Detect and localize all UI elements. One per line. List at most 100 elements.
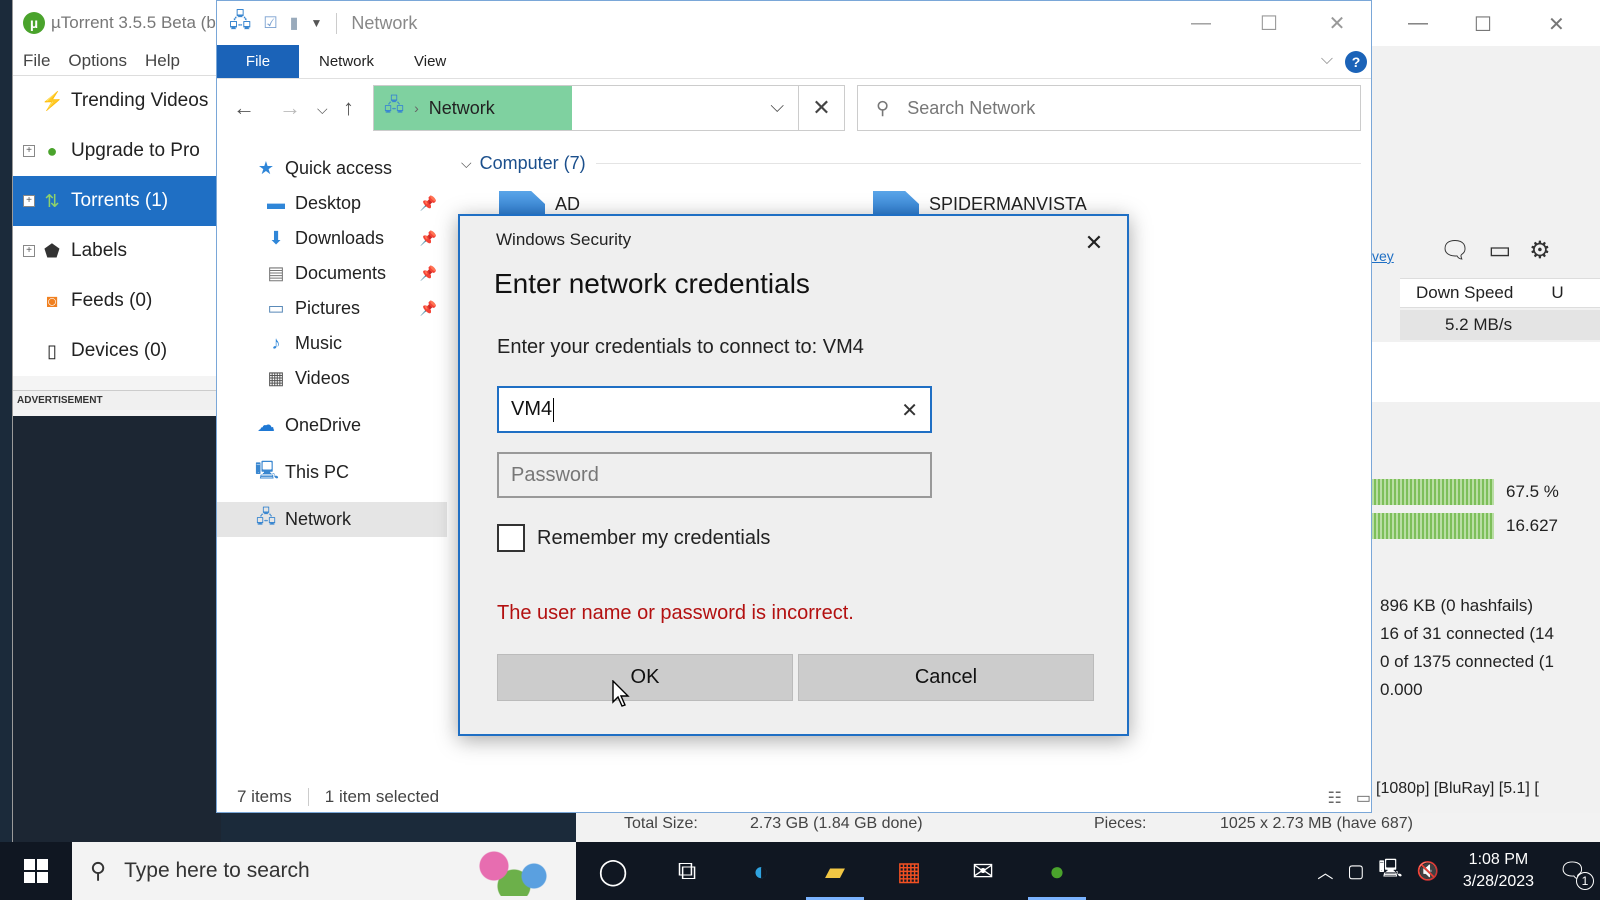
expand-icon[interactable]: + (23, 245, 35, 257)
nav-item-this-pc[interactable]: 🖳 This PC (217, 455, 447, 490)
ok-button[interactable]: OK (497, 654, 793, 701)
down-speed-value: 5.2 MB/s (1445, 315, 1513, 334)
sidebar-item-trending-videos[interactable]: ⚡ Trending Videos (13, 76, 220, 126)
tab-view[interactable]: View (394, 45, 466, 78)
clock-date: 3/28/2023 (1462, 873, 1535, 890)
expand-ribbon-icon[interactable]: ⌵ (1321, 51, 1333, 69)
address-bar[interactable]: 🖧 › Network ⌵ (373, 85, 799, 131)
utorrent-icon[interactable]: ● (1020, 842, 1094, 900)
sidebar-item-labels[interactable]: + ⬟ Labels (13, 226, 220, 276)
sidebar-item-upgrade-to-pro[interactable]: + ● Upgrade to Pro (13, 126, 220, 176)
details-view-icon[interactable]: ☷ (1328, 788, 1342, 808)
expand-icon[interactable]: + (23, 145, 35, 157)
pictures-icon: ▭ (267, 298, 285, 318)
nav-item-desktop[interactable]: ▬ Desktop 📌 (217, 186, 447, 221)
survey-link[interactable]: vey (1372, 248, 1394, 264)
utorrent-logo-icon: µ (23, 12, 45, 34)
large-icons-view-icon[interactable]: ▭ (1356, 788, 1371, 808)
up-icon[interactable]: ↑ (343, 95, 354, 121)
close-icon[interactable]: ✕ (1548, 12, 1565, 37)
nav-item-documents[interactable]: ▤ Documents 📌 (217, 256, 447, 291)
windows-logo-icon (24, 859, 48, 883)
nav-item-music[interactable]: ♪ Music (217, 326, 447, 361)
utorrent-menu-file[interactable]: File (23, 51, 50, 71)
tab-network[interactable]: Network (299, 45, 394, 78)
edge-icon[interactable]: ◐ (724, 842, 798, 900)
properties-icon[interactable]: ☑ (263, 13, 277, 33)
monitor-icon[interactable]: ▭ (1488, 236, 1511, 265)
username-field[interactable]: VM4 ✕ (497, 386, 932, 433)
show-hidden-icons-icon[interactable]: ︿ (1317, 859, 1333, 883)
task-view-icon[interactable]: ⧉ (650, 842, 724, 900)
maximize-button[interactable]: ☐ (1235, 1, 1303, 45)
help-icon[interactable]: ? (1345, 51, 1367, 73)
desktop-icon: ▬ (267, 193, 285, 213)
file-explorer-icon[interactable]: ▰ (798, 842, 872, 900)
nav-item-quick-access[interactable]: ★ Quick access (217, 151, 447, 186)
tab-file[interactable]: File (217, 45, 299, 78)
notification-count: 1 (1576, 872, 1594, 890)
remember-label: Remember my credentials (537, 526, 771, 549)
cortana-icon[interactable]: ◯ (576, 842, 650, 900)
remember-checkbox[interactable] (497, 524, 525, 552)
remember-credentials[interactable]: Remember my credentials (497, 524, 770, 552)
forward-icon[interactable]: → (279, 95, 301, 121)
start-button[interactable] (0, 842, 72, 900)
taskbar-search-box[interactable]: ⚲ Type here to search (72, 842, 576, 900)
minimize-icon[interactable]: — (1408, 12, 1428, 35)
availability-bar: 16.627 (1370, 512, 1600, 540)
nav-item-label: Quick access (285, 158, 393, 178)
system-tray: ︿ ▢ 🖳 🔇 1:08 PM 3/28/2023 🗨 1 (1317, 842, 1600, 900)
back-icon[interactable]: ← (233, 95, 255, 121)
music-note-icon: ♪ (271, 333, 281, 353)
advertisement-area[interactable] (13, 416, 221, 842)
utorrent-menu-help[interactable]: Help (145, 51, 180, 71)
breadcrumb-network[interactable]: Network (429, 98, 495, 119)
nav-item-onedrive[interactable]: ☁ OneDrive (217, 408, 447, 443)
minimize-button[interactable]: — (1167, 1, 1235, 45)
sidebar-item-feeds[interactable]: ◙ Feeds (0) (13, 276, 220, 326)
chevron-down-icon[interactable]: ⌵ (461, 155, 472, 172)
sidebar-item-label: Devices (0) (71, 340, 168, 361)
chat-icon[interactable]: 🗨 (1440, 236, 1470, 265)
nav-item-pictures[interactable]: ▭ Pictures 📌 (217, 291, 447, 326)
password-placeholder: Password (511, 463, 599, 486)
mail-icon[interactable]: ✉ (946, 842, 1020, 900)
nav-item-network[interactable]: 🖧 Network (217, 502, 447, 537)
store-icon[interactable]: ▦ (872, 842, 946, 900)
nav-item-downloads[interactable]: ⬇ Downloads 📌 (217, 221, 447, 256)
sidebar-item-devices[interactable]: ▯ Devices (0) (13, 326, 220, 376)
torrent-row[interactable]: 5.2 MB/s (1400, 310, 1600, 340)
chevron-down-icon[interactable]: ⌵ (770, 96, 784, 117)
chevron-right-icon[interactable]: › (414, 100, 419, 116)
close-icon[interactable]: ✕ (1079, 228, 1109, 258)
clear-text-icon[interactable]: ✕ (901, 398, 918, 423)
column-header-up[interactable]: U (1535, 283, 1563, 303)
nav-item-videos[interactable]: ▦ Videos (217, 361, 447, 396)
customize-toolbar-icon[interactable]: ▼ (310, 16, 322, 30)
new-folder-icon[interactable]: ▮ (290, 13, 299, 33)
password-field[interactable]: Password (497, 452, 932, 498)
meet-now-icon[interactable]: ▢ (1347, 861, 1364, 882)
close-button[interactable]: ✕ (1303, 1, 1371, 45)
column-header-down-speed[interactable]: Down Speed (1400, 283, 1513, 303)
username-value: VM4 (511, 398, 553, 420)
pin-icon: 📌 (419, 265, 437, 281)
maximize-icon[interactable]: ☐ (1474, 12, 1492, 37)
group-header-computer[interactable]: ⌵ Computer (7) (449, 147, 1371, 179)
advertisement-label: ADVERTISEMENT (13, 390, 220, 410)
sidebar-item-torrents[interactable]: + ⇅ Torrents (1) (13, 176, 220, 226)
search-box[interactable]: ⚲ Search Network (857, 85, 1361, 131)
utorrent-menu-options[interactable]: Options (68, 51, 127, 71)
error-message: The user name or password is incorrect. (497, 602, 854, 624)
notifications-icon[interactable]: 🗨 1 (1558, 858, 1594, 890)
clock[interactable]: 1:08 PM 3/28/2023 (1463, 849, 1534, 893)
pieces-value: 1025 x 2.73 MB (have 687) (1220, 815, 1414, 832)
network-status-icon[interactable]: 🖳 (1378, 856, 1402, 886)
expand-icon[interactable]: + (23, 195, 35, 207)
volume-muted-icon[interactable]: 🔇 (1416, 861, 1438, 882)
cancel-button[interactable]: Cancel (798, 654, 1094, 701)
recent-locations-icon[interactable]: ⌵ (317, 101, 328, 118)
stop-loading-button[interactable]: ✕ (799, 85, 845, 131)
gear-icon[interactable]: ⚙ (1529, 236, 1551, 265)
